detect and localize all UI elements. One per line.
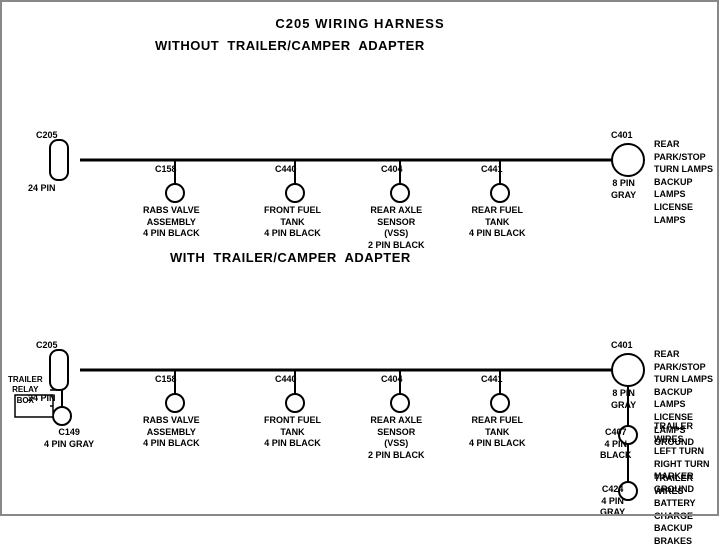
c401-top-label: C401 [611,130,633,142]
right-c424-label: TRAILER WIRESBATTERY CHARGEBACKUPBRAKES [654,472,720,548]
c404-bot-sub: REAR AXLESENSOR(VSS)2 PIN BLACK [368,415,425,462]
c441-bot-sub: REAR FUELTANK4 PIN BLACK [469,415,526,450]
c205-top-label: C205 [36,130,58,142]
c440-bot-label: C440 [275,374,297,386]
c158-top-label: C158 [155,164,177,176]
c158-bot-sub: RABS VALVEASSEMBLY4 PIN BLACK [143,415,200,450]
bottom-section-title: WITH TRAILER/CAMPER ADAPTER [170,250,411,265]
c401-top-sub: 8 PINGRAY [611,178,636,201]
c149-label: C1494 PIN GRAY [44,427,94,450]
top-section-title: WITHOUT TRAILER/CAMPER ADAPTER [155,38,425,53]
right-top-label: REAR PARK/STOPTURN LAMPSBACKUP LAMPSLICE… [654,138,720,226]
c440-top-label: C440 [275,164,297,176]
diagram-area: C205 WIRING HARNESS [0,0,720,517]
c404-bot-label: C404 [381,374,403,386]
c424-label: C4244 PINGRAY [600,484,625,519]
c441-bot-label: C441 [481,374,503,386]
c404-top-label: C404 [381,164,403,176]
c401-bot-sub: 8 PINGRAY [611,388,636,411]
c205-bot-label: C205 [36,340,58,352]
c158-bot-label: C158 [155,374,177,386]
c440-top-sub: FRONT FUELTANK4 PIN BLACK [264,205,321,240]
c440-bot-sub: FRONT FUELTANK4 PIN BLACK [264,415,321,450]
c404-top-sub: REAR AXLESENSOR(VSS)2 PIN BLACK [368,205,425,252]
c441-top-label: C441 [481,164,503,176]
c401-bot-label: C401 [611,340,633,352]
c441-top-sub: REAR FUELTANK4 PIN BLACK [469,205,526,240]
c158-top-sub: RABS VALVEASSEMBLY4 PIN BLACK [143,205,200,240]
trailer-relay-label: TRAILERRELAYBOX [8,375,43,406]
c407-label: C4074 PINBLACK [600,427,632,462]
c205-top-sub: 24 PIN [28,183,56,195]
